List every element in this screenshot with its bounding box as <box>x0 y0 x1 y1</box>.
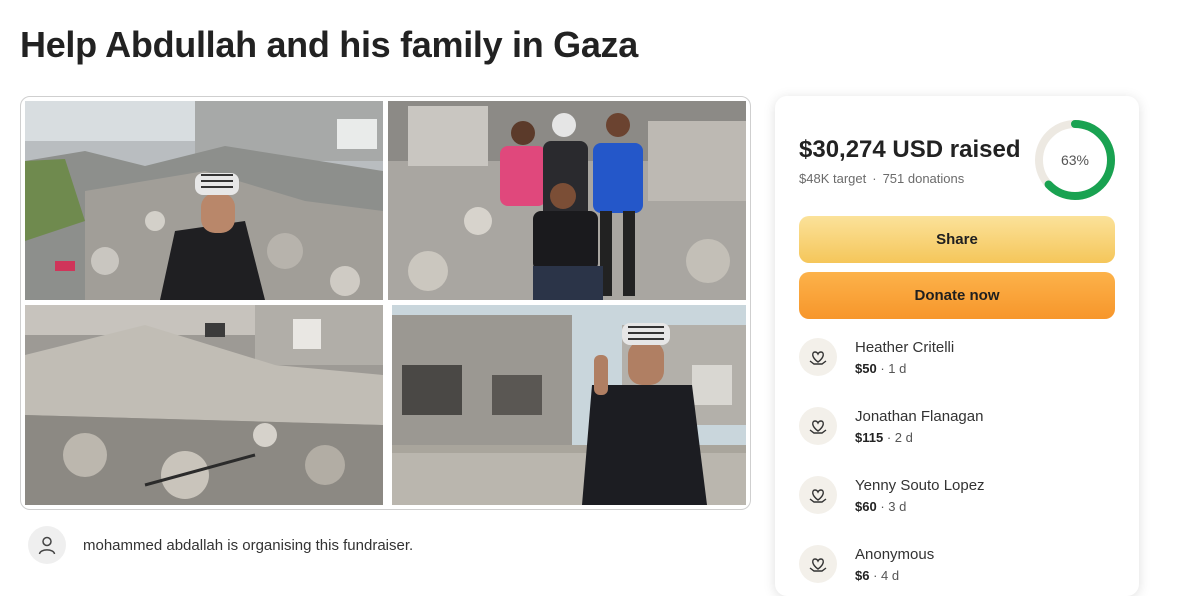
heart-hand-icon <box>799 338 837 376</box>
gallery-photo-children-on-rubble[interactable] <box>388 101 746 300</box>
organiser-text: mohammed abdallah is organising this fun… <box>83 536 414 554</box>
fundraiser-meta: $48K target · 751 donations <box>799 171 965 186</box>
gallery-photo-rubble-selfie[interactable] <box>25 101 383 300</box>
donor-item: Heather Critelli $50 · 1 d <box>799 338 954 386</box>
donor-amount: $60 <box>855 499 877 514</box>
donation-count: 751 donations <box>882 171 965 186</box>
gallery-photo-collapsed-building[interactable] <box>25 305 383 505</box>
donor-name: Anonymous <box>855 546 935 563</box>
heart-hand-icon <box>799 407 837 445</box>
donor-amount: $6 <box>855 568 870 583</box>
progress-percent: 63% <box>1060 152 1090 168</box>
donor-name: Heather Critelli <box>855 339 955 356</box>
donor-name: Yenny Souto Lopez <box>855 477 985 494</box>
donor-item: Anonymous $6 · 4 d <box>799 545 934 593</box>
donor-name: Jonathan Flanagan <box>855 408 984 425</box>
photo-gallery[interactable] <box>20 96 751 510</box>
page-title: Help Abdullah and his family in Gaza <box>20 24 638 65</box>
donor-amount: $50 <box>855 361 877 376</box>
donor-amount: $115 <box>855 430 884 445</box>
user-avatar-icon <box>28 526 66 564</box>
gallery-photo-man-peace-sign[interactable] <box>392 305 746 505</box>
donate-now-button[interactable]: Donate now <box>799 272 1115 319</box>
donor-time: · 1 d <box>876 361 907 376</box>
donation-panel: $30,274 USD raised $48K target · 751 donat… <box>775 96 1139 596</box>
donor-time: · 3 d <box>876 499 907 514</box>
target-amount: $48K target <box>799 171 867 186</box>
organiser-row: mohammed abdallah is organising this fun… <box>28 526 413 564</box>
donor-item: Jonathan Flanagan $115 · 2 d <box>799 407 983 455</box>
donor-time: · 2 d <box>883 430 913 445</box>
heart-hand-icon <box>799 476 837 514</box>
amount-raised: $30,274 USD raised <box>799 136 1021 163</box>
donor-item: Yenny Souto Lopez $60 · 3 d <box>799 476 985 524</box>
share-button[interactable]: Share <box>799 216 1115 263</box>
heart-hand-icon <box>799 545 837 583</box>
donor-time: · 4 d <box>869 568 900 583</box>
